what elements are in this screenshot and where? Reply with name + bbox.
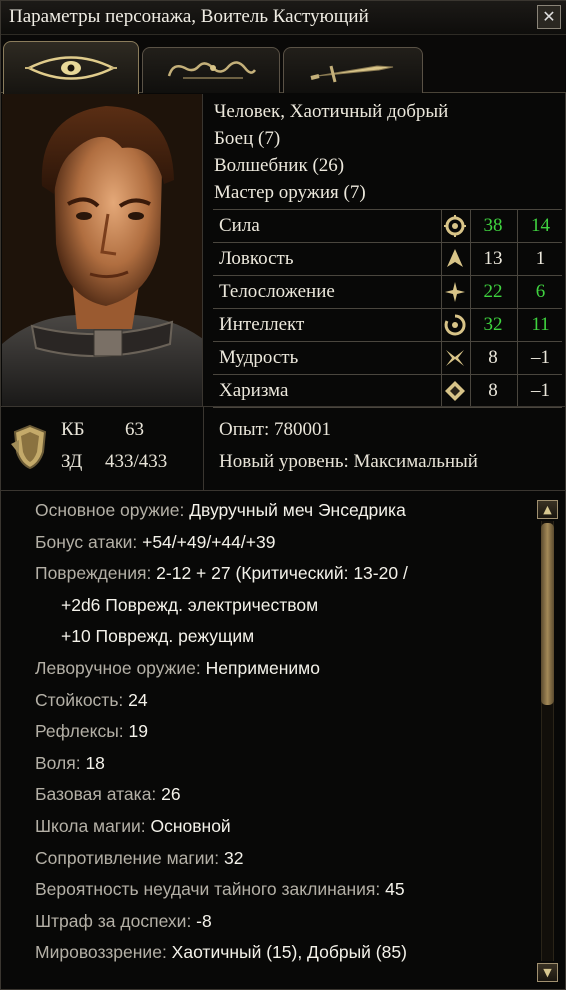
class-line: Боец (7) <box>214 128 281 149</box>
ability-score: 32 <box>483 314 503 335</box>
list-item: +2d6 Поврежд. электричеством <box>61 594 319 615</box>
armor-class-label: КБ <box>61 419 85 440</box>
strength-icon <box>444 215 466 237</box>
ability-name: Ловкость <box>219 248 294 269</box>
ability-score: 22 <box>483 281 503 302</box>
constitution-icon <box>445 282 465 302</box>
ability-modifier: 14 <box>531 215 550 236</box>
ability-name: Харизма <box>219 380 289 401</box>
intelligence-icon <box>444 314 466 336</box>
experience-points: Опыт: 780001 <box>219 419 331 440</box>
charisma-icon <box>445 381 465 401</box>
tab-equipment[interactable] <box>283 47 423 93</box>
ability-name: Мудрость <box>219 347 299 368</box>
ability-modifier: 1 <box>535 248 546 269</box>
list-item: Сопротивление магии: 32 <box>35 847 244 868</box>
tab-inventory[interactable] <box>142 47 280 93</box>
divider <box>1 406 566 407</box>
sword-icon <box>310 64 394 82</box>
list-item: Леворучное оружие: Неприменимо <box>35 657 320 678</box>
class-line: Мастер оружия (7) <box>214 182 366 203</box>
ability-modifier: –1 <box>531 380 550 401</box>
list-item: Бонус атаки: +54/+49/+44/+39 <box>35 531 276 552</box>
list-item: Вероятность неудачи тайного заклинания: … <box>35 879 405 900</box>
divider <box>1 490 566 491</box>
ability-row-constitution[interactable]: Телосложение 22 6 <box>213 276 562 309</box>
ability-row-dexterity[interactable]: Ловкость 13 1 <box>213 243 562 276</box>
scroll-ornament-icon <box>167 60 257 79</box>
armor-shield-icon <box>11 424 47 470</box>
ability-name: Телосложение <box>219 281 335 302</box>
race-alignment: Человек, Хаотичный добрый <box>214 101 449 122</box>
ability-row-wisdom[interactable]: Мудрость 8 –1 <box>213 342 562 375</box>
ability-modifier: 11 <box>531 314 550 335</box>
ability-modifier: 6 <box>535 281 546 302</box>
wisdom-icon <box>446 350 464 366</box>
character-portrait <box>2 94 203 406</box>
list-item: Воля: 18 <box>35 752 105 773</box>
list-item: Рефлексы: 19 <box>35 721 148 742</box>
hit-points-value: 433/433 <box>105 451 168 472</box>
ability-scores-table: Сила 38 14 Ловкость 13 1 Телосложение 22… <box>213 209 562 408</box>
hit-points-label: ЗД <box>61 451 83 472</box>
ability-score: 38 <box>483 215 503 236</box>
scroll-up-button[interactable]: ▲ <box>537 500 558 519</box>
armor-class-value: 63 <box>125 419 144 440</box>
ability-name: Интеллект <box>219 314 305 335</box>
character-sheet-window: Параметры персонажа, Воитель Кастующий ✕ <box>0 0 566 990</box>
list-item: Базовая атака: 26 <box>35 784 181 805</box>
list-item: Школа магии: Основной <box>35 815 231 836</box>
list-item: Основное оружие: Двуручный меч Энседрика <box>35 500 406 520</box>
ability-row-strength[interactable]: Сила 38 14 <box>213 210 562 243</box>
tab-bar <box>1 35 566 94</box>
ability-modifier: –1 <box>531 347 550 368</box>
title-bar: Параметры персонажа, Воитель Кастующий ✕ <box>1 1 566 35</box>
list-item: Стойкость: 24 <box>35 689 148 710</box>
class-line: Волшебник (26) <box>214 155 345 176</box>
combat-details-list: Основное оружие: Двуручный меч Энседрика… <box>35 495 535 969</box>
tab-character-stats[interactable] <box>3 41 139 94</box>
scroll-down-button[interactable]: ▼ <box>537 963 558 982</box>
character-info: Человек, Хаотичный добрый Боец (7) Волше… <box>214 98 448 206</box>
close-button[interactable]: ✕ <box>537 5 561 29</box>
ability-name: Сила <box>219 215 260 236</box>
list-item: Повреждения: 2-12 + 27 (Критический: 13-… <box>35 563 408 584</box>
ability-score: 13 <box>483 248 503 269</box>
list-item: Штраф за доспехи: -8 <box>35 910 212 931</box>
list-item: +10 Поврежд. режущим <box>61 626 255 647</box>
list-item: Мировоззрение: Хаотичный (15), Добрый (8… <box>35 942 407 963</box>
divider <box>203 406 204 490</box>
window-title: Параметры персонажа, Воитель Кастующий <box>9 6 369 27</box>
ability-score: 8 <box>488 380 498 401</box>
ability-row-intelligence[interactable]: Интеллект 32 11 <box>213 309 562 342</box>
ability-score: 8 <box>488 347 498 368</box>
portrait-image <box>2 94 202 406</box>
dexterity-icon <box>447 249 463 267</box>
ability-row-charisma[interactable]: Харизма 8 –1 <box>213 375 562 408</box>
scrollbar-thumb[interactable] <box>541 523 554 705</box>
next-level: Новый уровень: Максимальный <box>219 451 478 472</box>
eye-icon <box>25 56 117 80</box>
